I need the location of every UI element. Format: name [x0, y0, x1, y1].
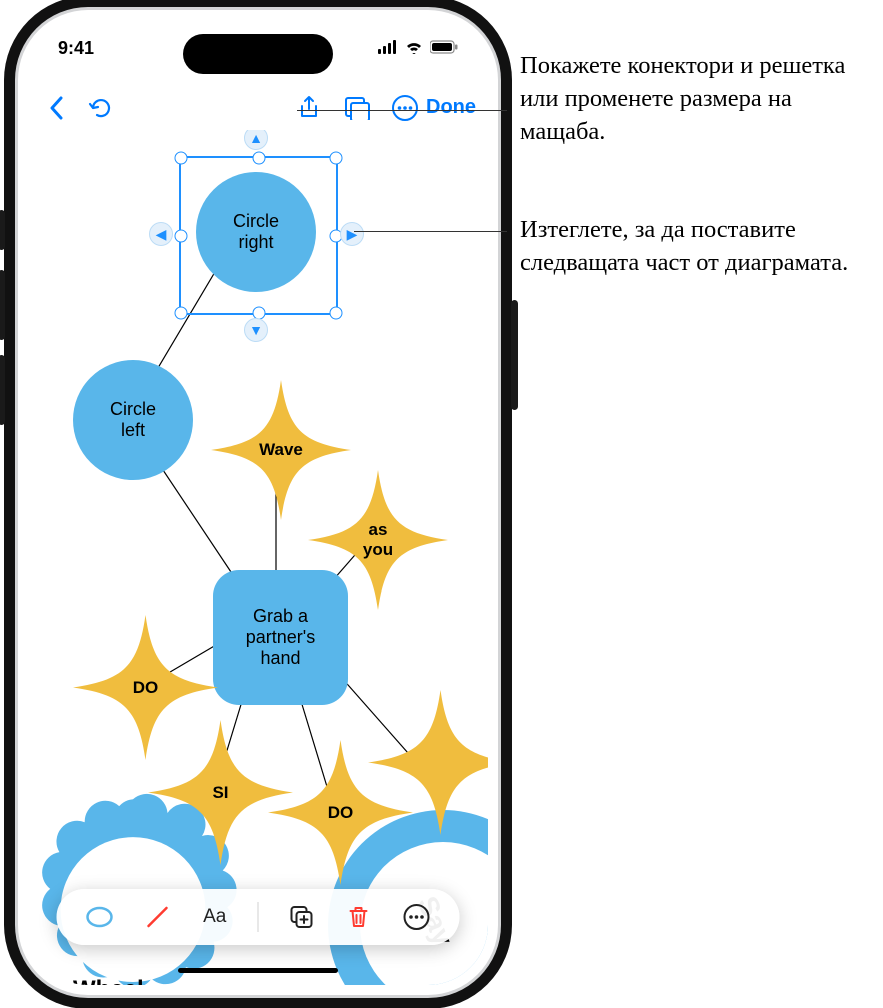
share-button[interactable] — [292, 95, 326, 121]
selection-handle-sw[interactable] — [175, 307, 188, 320]
home-indicator[interactable] — [178, 968, 338, 973]
duplicate-button[interactable] — [286, 902, 316, 932]
back-button[interactable] — [40, 96, 74, 120]
text-style-button[interactable]: Aa — [200, 902, 230, 932]
status-bar: 9:41 — [18, 38, 498, 59]
connector-arrow-down[interactable]: ▼ — [244, 318, 268, 342]
star-partial-node[interactable] — [368, 690, 488, 835]
selection-handle-n[interactable] — [252, 152, 265, 165]
undo-button[interactable] — [84, 96, 118, 120]
done-button[interactable]: Done — [426, 96, 476, 119]
star-asyou-label: as you — [308, 470, 448, 610]
context-more-button[interactable] — [402, 902, 432, 932]
separator — [257, 902, 258, 932]
side-button — [0, 210, 5, 250]
circle-left-node[interactable]: Circle left — [73, 360, 193, 480]
volume-up-button — [0, 270, 5, 340]
callout-view-options: Покажете конектори и решетка или промене… — [520, 49, 870, 148]
top-toolbar: Done — [18, 85, 498, 130]
callout-drag-handle: Изтеглете, за да поставите следващата ча… — [520, 213, 870, 279]
callout-line — [354, 231, 507, 232]
callout-line — [297, 110, 507, 111]
connector-arrow-right[interactable]: ▶ — [340, 222, 364, 246]
stroke-style-button[interactable] — [142, 902, 172, 932]
battery-icon — [430, 38, 458, 59]
selection-box — [179, 156, 338, 315]
delete-button[interactable] — [344, 902, 374, 932]
connector-arrow-left[interactable]: ◀ — [149, 222, 173, 246]
view-options-button[interactable] — [340, 96, 374, 120]
context-toolbar: Aa — [57, 889, 460, 945]
selection-handle-nw[interactable] — [175, 152, 188, 165]
more-button[interactable] — [388, 94, 422, 122]
selection-handle-ne[interactable] — [330, 152, 343, 165]
star-asyou-node[interactable]: as you — [308, 470, 448, 610]
wifi-icon — [404, 38, 424, 59]
fill-color-button[interactable] — [84, 902, 114, 932]
volume-down-button — [0, 355, 5, 425]
phone-frame: 9:41 Done — [18, 10, 498, 995]
power-button — [511, 300, 518, 410]
selection-handle-w[interactable] — [175, 229, 188, 242]
canvas[interactable]: Wheel Say Circle left Grab a partner's h… — [28, 130, 488, 985]
status-indicators — [378, 38, 458, 59]
status-time: 9:41 — [58, 38, 94, 59]
selection-handle-se[interactable] — [330, 307, 343, 320]
cellular-icon — [378, 38, 398, 59]
wheel-label: Wheel — [73, 976, 144, 985]
